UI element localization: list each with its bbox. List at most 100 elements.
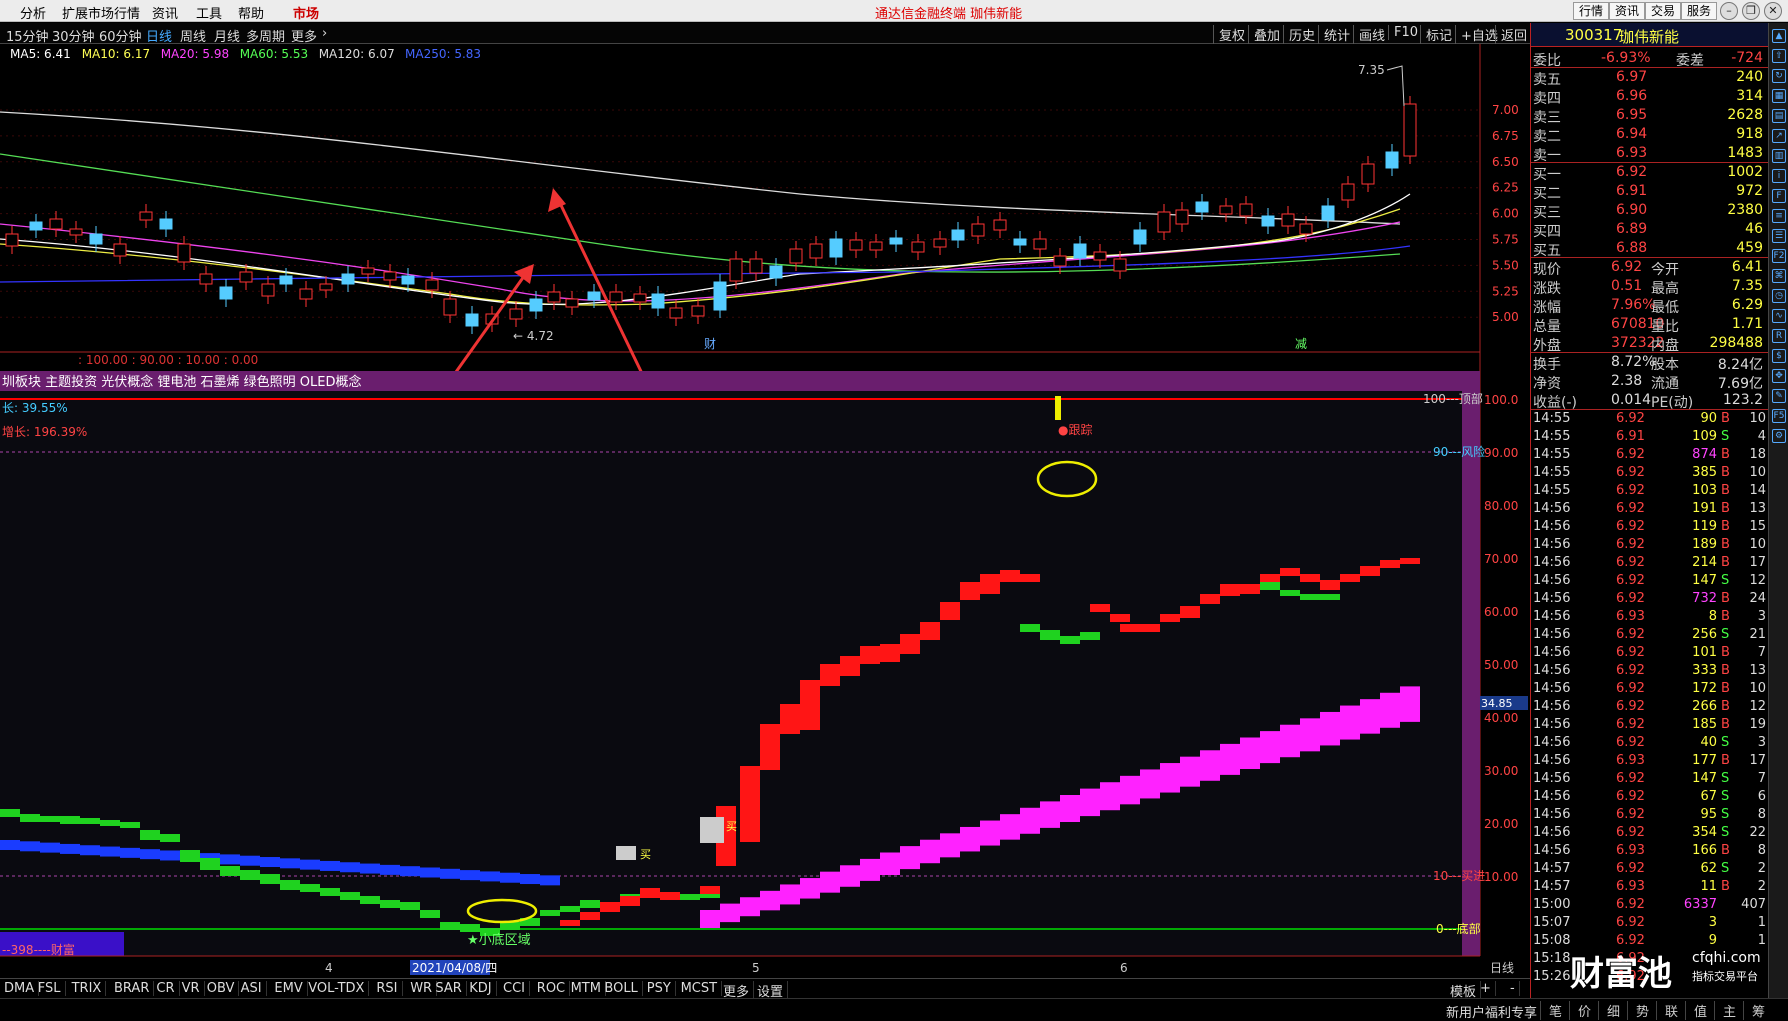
bookmark-icon[interactable]: ☰ — [1772, 229, 1786, 243]
chevron-right-icon[interactable]: › — [322, 26, 327, 41]
grid-icon[interactable]: ▦ — [1772, 89, 1786, 103]
toolbar-mark[interactable]: 标记 — [1420, 25, 1452, 44]
status-tab-6[interactable]: 主 — [1714, 1001, 1736, 1020]
candle — [1261, 215, 1275, 227]
menu-tools[interactable]: 工具 — [196, 3, 222, 22]
chart-line-icon[interactable]: ↗ — [1772, 129, 1786, 143]
status-tab-5[interactable]: 值 — [1685, 1001, 1707, 1020]
concept-strip[interactable]: 圳板块 主题投资 光伏概念 锂电池 石墨烯 绿色照明 OLED概念 — [2, 374, 362, 390]
tick-volume: 6337 — [1683, 897, 1717, 912]
indicator-tab-14[interactable]: CCI — [503, 981, 530, 996]
indicator-tab-10[interactable]: RSI — [376, 981, 403, 996]
toolbar-add-watch[interactable]: +自选 — [1455, 25, 1498, 44]
status-tab-4[interactable]: 联 — [1656, 1001, 1678, 1020]
restore-icon[interactable]: ❐ — [1742, 2, 1760, 20]
period-weekly[interactable]: 周线 — [180, 26, 206, 45]
period-30m[interactable]: 30分钟 — [52, 26, 95, 45]
doc-icon[interactable]: ≡ — [1772, 209, 1786, 223]
status-tab-7[interactable]: 筹 — [1743, 1001, 1765, 1020]
close-icon[interactable]: ✕ — [1764, 2, 1782, 20]
wave-icon[interactable]: ∿ — [1772, 309, 1786, 323]
info-icon[interactable]: i — [1772, 169, 1786, 183]
magenta-band-segment — [1100, 782, 1120, 811]
minimize-icon[interactable]: – — [1720, 2, 1738, 20]
rsi-icon[interactable]: R — [1772, 329, 1786, 343]
status-tab-0[interactable]: 笔 — [1540, 1001, 1562, 1020]
period-daily[interactable]: 日线 — [146, 26, 172, 45]
period-60m[interactable]: 60分钟 — [99, 26, 142, 45]
toolbar-history[interactable]: 历史 — [1283, 25, 1315, 44]
period-more[interactable]: 更多 — [291, 26, 317, 45]
kline-chart-area[interactable]: 7.00 6.75 6.50 6.25 6.00 5.75 5.50 5.25 5.00 MA5… — [0, 44, 1530, 978]
green-band-segment — [180, 850, 200, 862]
indicator-tab-4[interactable]: CR — [156, 981, 180, 996]
grid-alt-icon[interactable]: ▤ — [1772, 109, 1786, 123]
chart-bar-icon[interactable]: ▥ — [1772, 149, 1786, 163]
indicator-tab-1[interactable]: FSL — [38, 981, 66, 996]
status-tab-1[interactable]: 价 — [1569, 1001, 1591, 1020]
tick-time: 14:56 — [1533, 681, 1571, 696]
indicator-tab-12[interactable]: SAR — [435, 981, 467, 996]
bottom-right-1[interactable]: + — [1480, 981, 1496, 996]
toolbar-overlay[interactable]: 叠加 — [1248, 25, 1280, 44]
indicator-tab-19[interactable]: MCST — [681, 981, 723, 996]
refresh-icon[interactable]: ↻ — [1772, 69, 1786, 83]
dollar-icon[interactable]: $ — [1772, 349, 1786, 363]
bottom-right-2[interactable]: - — [1510, 981, 1520, 996]
f10-icon[interactable]: F — [1772, 189, 1786, 203]
stat2-value-2: 8.24亿 — [1717, 357, 1763, 373]
pencil-icon[interactable]: ✎ — [1772, 389, 1786, 403]
move-icon[interactable]: ✥ — [1772, 369, 1786, 383]
magenta-band-segment — [1300, 718, 1320, 752]
toolbar-stats[interactable]: 统计 — [1318, 25, 1350, 44]
toolbar-f10[interactable]: F10 — [1388, 25, 1418, 40]
indicator-tab-0[interactable]: DMA — [4, 981, 40, 996]
indicator-tab-18[interactable]: PSY — [647, 981, 676, 996]
indicator-tab-13[interactable]: KDJ — [469, 981, 497, 996]
arrow-up-icon[interactable]: ▲ — [1772, 29, 1786, 43]
top-trade-button[interactable]: 交易 — [1645, 2, 1682, 20]
f2-icon[interactable]: F2 — [1772, 249, 1786, 263]
settings-icon[interactable]: ⚙ — [1772, 429, 1786, 443]
clock-icon[interactable]: ◷ — [1772, 289, 1786, 303]
indicator-tab-5[interactable]: VR — [182, 981, 205, 996]
indicator-tab-2[interactable]: TRIX — [72, 981, 107, 996]
indicator-tab-3[interactable]: BRAR — [114, 981, 155, 996]
top-quote-button[interactable]: 行情 — [1573, 2, 1610, 20]
new-user-promo[interactable]: 新用户福利专享 — [1446, 1002, 1537, 1021]
candle — [1341, 183, 1355, 201]
tick-price: 6.92 — [1616, 789, 1645, 804]
menu-analysis[interactable]: 分析 — [20, 3, 46, 22]
indicator-tab-11[interactable]: WR — [410, 981, 438, 996]
toolbar-draw[interactable]: 画线 — [1353, 25, 1385, 44]
tick-side: B — [1721, 447, 1730, 462]
status-tab-2[interactable]: 细 — [1598, 1001, 1620, 1020]
candle — [1133, 229, 1147, 245]
magenta-band-segment — [900, 846, 920, 870]
toolbar-fuquan[interactable]: 复权 — [1213, 25, 1245, 44]
top-service-button[interactable]: 服务 — [1681, 2, 1718, 20]
map-icon[interactable]: ⌘ — [1772, 269, 1786, 283]
top-news-button[interactable]: 资讯 — [1609, 2, 1646, 20]
period-monthly[interactable]: 月线 — [214, 26, 240, 45]
menu-extended-market[interactable]: 扩展市场行情 — [62, 3, 140, 22]
menu-news[interactable]: 资讯 — [152, 3, 178, 22]
tick-side: B — [1721, 411, 1730, 426]
menu-market[interactable]: 市场 — [293, 3, 319, 22]
indicator-tab-15[interactable]: ROC — [537, 981, 571, 996]
indicator-tab-17[interactable]: BOLL — [604, 981, 643, 996]
period-multi[interactable]: 多周期 — [246, 26, 285, 45]
indicator-tab-16[interactable]: MTM — [571, 981, 606, 996]
f5-icon[interactable]: F5 — [1772, 409, 1786, 423]
arrow-up-outline-icon[interactable]: ⇧ — [1772, 49, 1786, 63]
indicator-tab-7[interactable]: ASI — [241, 981, 267, 996]
toolbar-back[interactable]: 返回 — [1495, 25, 1527, 44]
period-15m[interactable]: 15分钟 — [6, 26, 49, 45]
indicator-tab-8[interactable]: EMV — [274, 981, 308, 996]
indicator-tab-6[interactable]: OBV — [207, 981, 240, 996]
candle — [1403, 103, 1417, 157]
blue-band-segment — [500, 872, 520, 883]
status-tab-3[interactable]: 势 — [1627, 1001, 1649, 1020]
menu-help[interactable]: 帮助 — [238, 3, 264, 22]
indicator-tab-9[interactable]: VOL-TDX — [308, 981, 370, 996]
